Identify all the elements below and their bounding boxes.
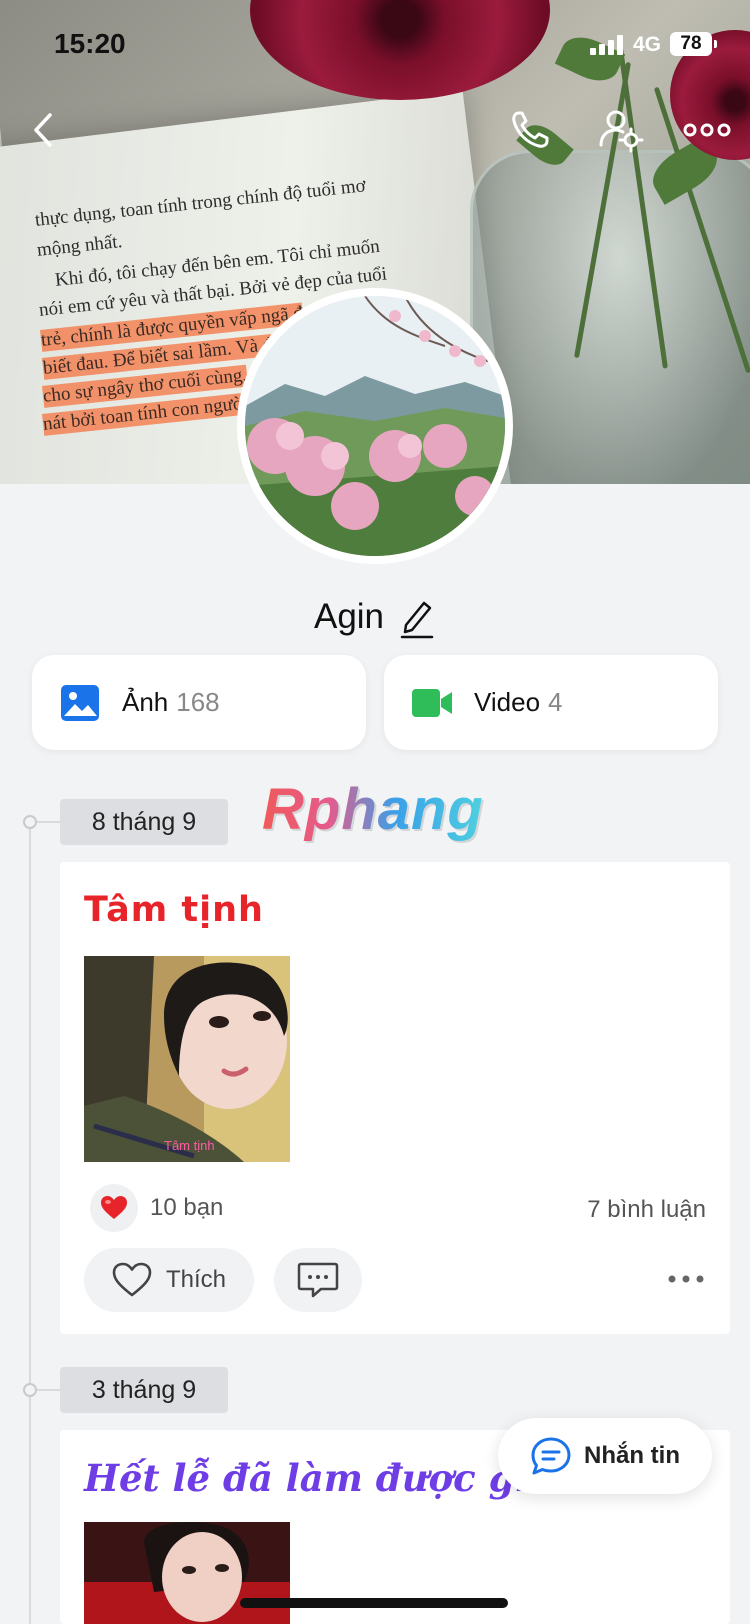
battery-icon: 78 bbox=[670, 32, 717, 56]
timeline-tick bbox=[37, 1389, 61, 1391]
status-bar: 15:20 4G 78 bbox=[0, 0, 750, 90]
comment-count[interactable]: 7 bình luận bbox=[587, 1196, 706, 1224]
heart-reaction-icon bbox=[90, 1184, 138, 1232]
videos-card[interactable]: Video 4 bbox=[384, 655, 718, 750]
send-message-button[interactable]: Nhắn tin bbox=[498, 1418, 712, 1494]
comment-bubble-icon bbox=[297, 1262, 339, 1298]
network-type: 4G bbox=[633, 33, 662, 56]
post-title: Tâm tịnh bbox=[84, 890, 264, 930]
reaction-count: 10 bạn bbox=[150, 1194, 224, 1221]
photo-caption: Tâm tịnh bbox=[164, 1138, 215, 1153]
avatar-landscape-image bbox=[245, 296, 505, 556]
user-settings-icon bbox=[599, 110, 644, 153]
timeline-tick bbox=[37, 821, 61, 823]
like-button[interactable]: Thích bbox=[84, 1248, 254, 1312]
watermark-logo: Rphang bbox=[262, 777, 484, 842]
signal-icon bbox=[590, 35, 626, 55]
profile-name-row: Agin bbox=[0, 592, 750, 642]
comment-button[interactable] bbox=[274, 1248, 362, 1312]
avatar[interactable] bbox=[237, 288, 513, 564]
chevron-left-icon bbox=[34, 113, 52, 147]
timeline-date: 3 tháng 9 bbox=[60, 1367, 228, 1413]
image-icon bbox=[61, 684, 99, 721]
photos-count: 168 bbox=[176, 687, 220, 717]
post-more-icon[interactable] bbox=[666, 1264, 706, 1294]
videos-count: 4 bbox=[548, 687, 563, 717]
more-horizontal-icon bbox=[683, 123, 731, 137]
timeline-date: 8 tháng 9 bbox=[60, 799, 228, 845]
photos-label: Ảnh bbox=[122, 687, 169, 717]
timeline-post: Tâm tịnh Tâm tịnh 10 bạn 7 bình luận Thí… bbox=[60, 862, 730, 1334]
timeline-line bbox=[29, 820, 31, 1624]
timeline-dot bbox=[23, 815, 37, 829]
reaction-summary[interactable]: 10 bạn bbox=[90, 1184, 223, 1232]
edit-name-icon[interactable] bbox=[398, 595, 436, 639]
chat-bubble-icon bbox=[531, 1437, 571, 1475]
heart-outline-icon bbox=[112, 1262, 152, 1297]
photos-card[interactable]: Ảnh 168 bbox=[32, 655, 366, 750]
post-photo-image bbox=[84, 1522, 290, 1624]
home-indicator bbox=[240, 1598, 508, 1608]
videos-label: Video bbox=[474, 687, 541, 717]
back-button[interactable] bbox=[20, 105, 70, 155]
video-camera-icon bbox=[412, 688, 452, 717]
more-options-button[interactable] bbox=[682, 105, 732, 155]
post-photo-image bbox=[84, 956, 290, 1162]
call-button[interactable] bbox=[505, 105, 555, 155]
profile-name: Agin bbox=[313, 597, 385, 636]
send-message-label: Nhắn tin bbox=[584, 1442, 680, 1469]
status-time: 15:20 bbox=[54, 28, 126, 59]
phone-icon bbox=[512, 111, 549, 148]
post-title: Hết lễ đã làm được gì bbox=[84, 1456, 529, 1500]
post-photo[interactable] bbox=[84, 1522, 290, 1624]
post-photo[interactable]: Tâm tịnh bbox=[84, 956, 290, 1162]
like-label: Thích bbox=[166, 1266, 227, 1293]
timeline-dot bbox=[23, 1383, 37, 1397]
profile-settings-button[interactable] bbox=[596, 105, 646, 155]
